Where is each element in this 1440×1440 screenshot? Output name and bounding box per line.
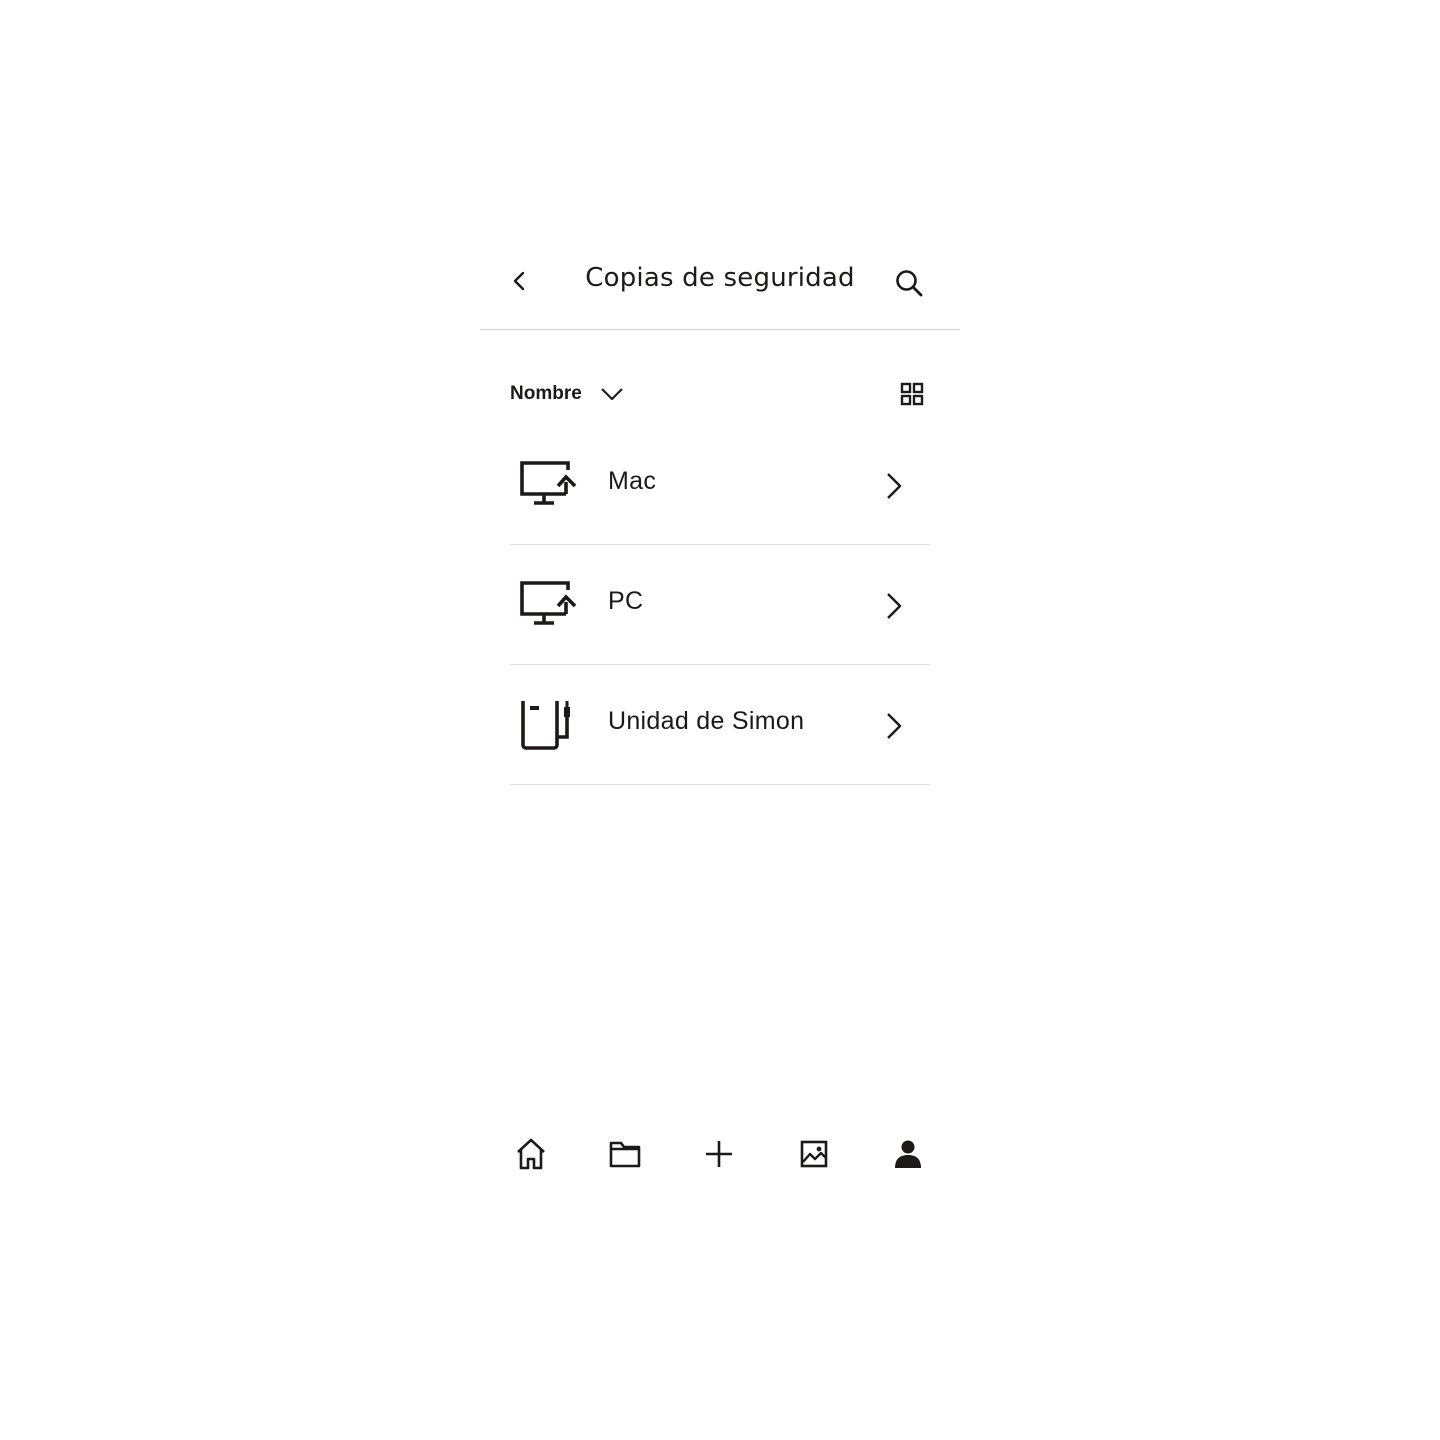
page-title: Copias de seguridad bbox=[585, 263, 855, 293]
backup-list: Mac PC Unidad de Simon bbox=[510, 425, 930, 785]
account-icon bbox=[895, 1140, 921, 1168]
chevron-right-icon bbox=[887, 593, 902, 619]
computer-backup-icon bbox=[520, 461, 577, 505]
grid-view-icon bbox=[900, 382, 924, 406]
sort-dropdown[interactable]: Nombre bbox=[510, 376, 624, 412]
top-bar: Copias de seguridad bbox=[480, 240, 960, 330]
nav-files-button[interactable] bbox=[603, 1132, 647, 1176]
sort-label: Nombre bbox=[510, 383, 582, 404]
item-label: Mac bbox=[608, 467, 657, 495]
chevron-right-icon bbox=[887, 713, 902, 739]
external-drive-icon bbox=[521, 701, 570, 750]
item-label: Unidad de Simon bbox=[608, 707, 805, 735]
item-label: PC bbox=[608, 587, 644, 615]
nav-account-button[interactable] bbox=[886, 1132, 930, 1176]
search-button[interactable] bbox=[892, 266, 926, 300]
app-screen: Copias de seguridad Nombre Mac PC Unidad… bbox=[480, 0, 960, 1440]
photo-icon bbox=[800, 1140, 828, 1168]
home-icon bbox=[517, 1138, 545, 1170]
list-item-pc[interactable]: PC bbox=[510, 545, 930, 665]
bottom-navigation bbox=[480, 1132, 960, 1176]
plus-icon bbox=[706, 1141, 732, 1167]
nav-photos-button[interactable] bbox=[792, 1132, 836, 1176]
nav-home-button[interactable] bbox=[509, 1132, 553, 1176]
list-item-unidad-de-simon[interactable]: Unidad de Simon bbox=[510, 665, 930, 785]
folder-icon bbox=[609, 1141, 641, 1168]
computer-backup-icon bbox=[520, 581, 577, 625]
nav-create-button[interactable] bbox=[697, 1132, 741, 1176]
list-toolbar: Nombre bbox=[510, 376, 930, 412]
search-icon bbox=[896, 270, 923, 297]
chevron-right-icon bbox=[887, 473, 902, 499]
grid-view-button[interactable] bbox=[898, 380, 926, 408]
list-item-mac[interactable]: Mac bbox=[510, 425, 930, 545]
chevron-down-icon bbox=[600, 386, 624, 402]
